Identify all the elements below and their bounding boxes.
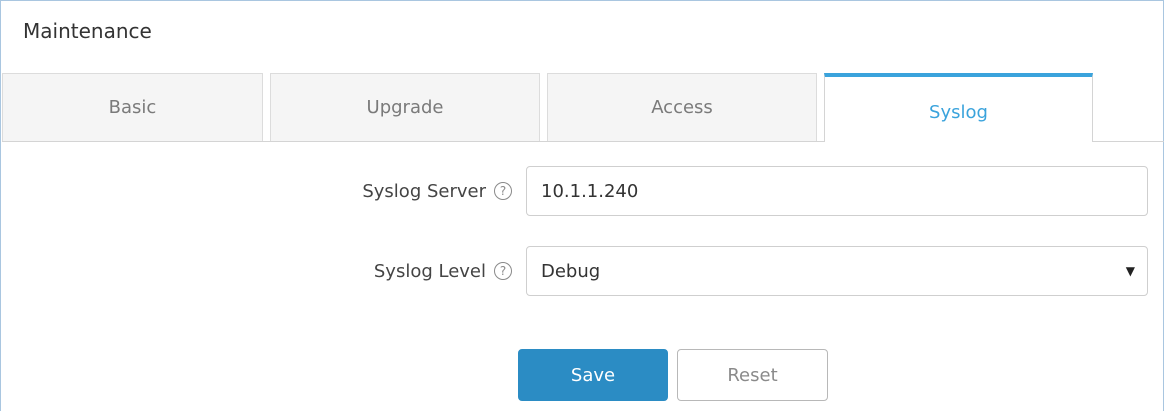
caret-down-icon: ▼ bbox=[1125, 264, 1135, 278]
tab-access[interactable]: Access bbox=[547, 73, 817, 141]
syslog-level-select[interactable]: Debug ▼ bbox=[526, 246, 1148, 296]
syslog-server-input[interactable] bbox=[526, 166, 1148, 216]
help-circle-icon[interactable]: ? bbox=[494, 262, 512, 280]
tab-syslog[interactable]: Syslog bbox=[824, 73, 1093, 142]
syslog-server-label: Syslog Server bbox=[362, 180, 486, 202]
syslog-level-label-group: Syslog Level ? bbox=[374, 246, 512, 296]
help-circle-icon[interactable]: ? bbox=[494, 182, 512, 200]
syslog-level-selected: Debug bbox=[541, 260, 601, 282]
tab-upgrade[interactable]: Upgrade bbox=[270, 73, 540, 141]
reset-button[interactable]: Reset bbox=[677, 349, 828, 401]
maintenance-panel: Maintenance Basic Upgrade Access Syslog … bbox=[0, 0, 1164, 411]
syslog-level-row: Syslog Level ? Debug ▼ bbox=[1, 246, 1165, 296]
tab-bar: Basic Upgrade Access Syslog bbox=[2, 73, 1164, 142]
syslog-server-row: Syslog Server ? bbox=[1, 166, 1165, 216]
page-title: Maintenance bbox=[23, 19, 152, 43]
syslog-server-label-group: Syslog Server ? bbox=[362, 166, 512, 216]
tab-basic[interactable]: Basic bbox=[2, 73, 263, 141]
save-button[interactable]: Save bbox=[518, 349, 668, 401]
syslog-level-label: Syslog Level bbox=[373, 260, 486, 282]
